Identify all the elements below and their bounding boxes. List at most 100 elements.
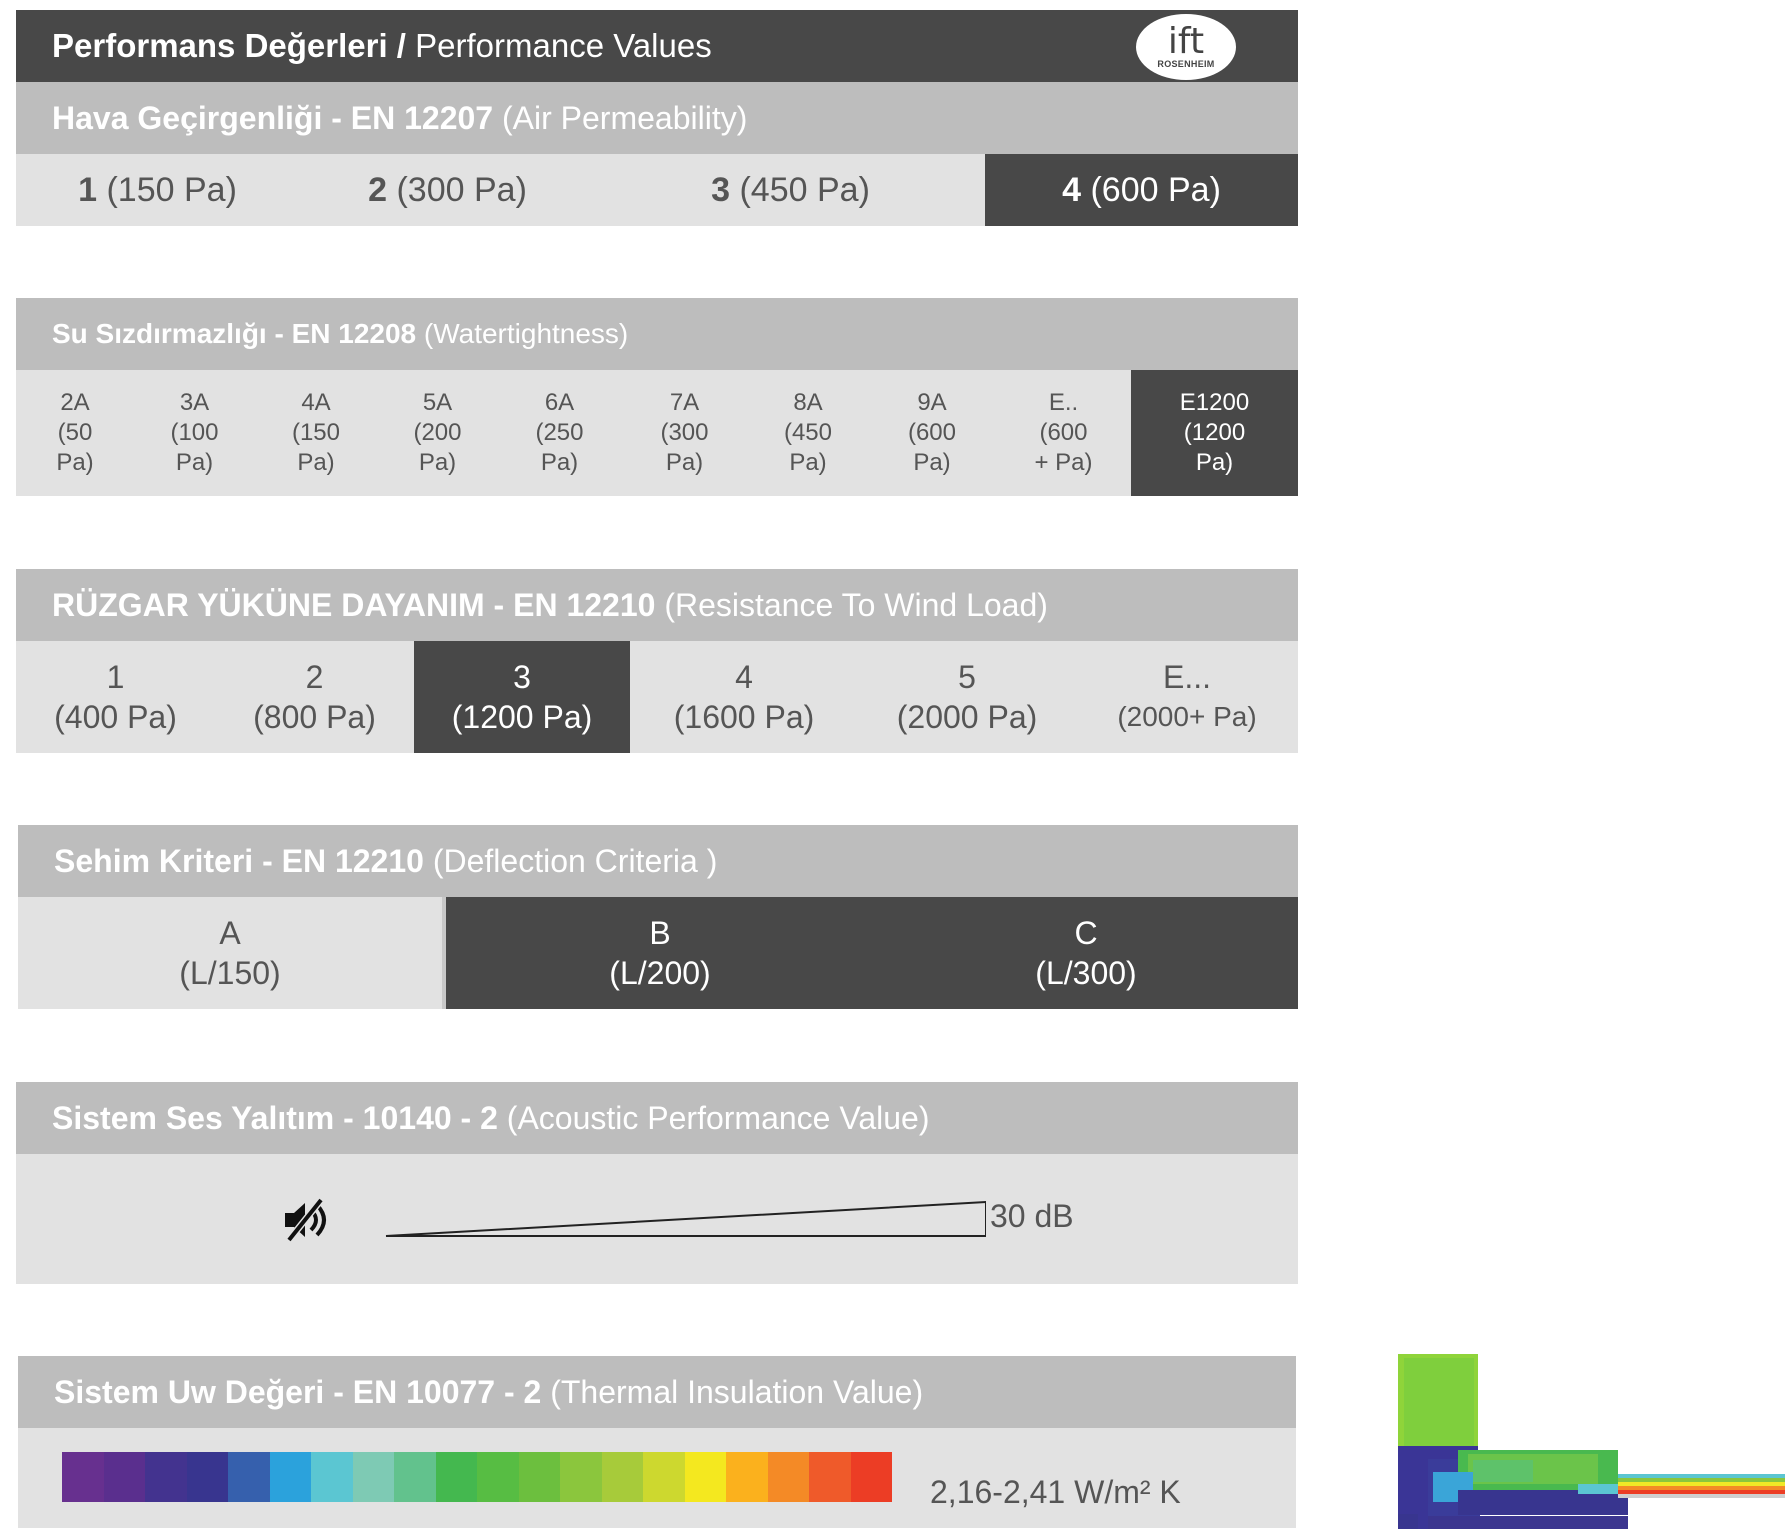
thermal-scale-swatch — [228, 1452, 270, 1502]
page-title-tr: Performans Değerleri / — [52, 27, 406, 64]
air-class-row: 1 (150 Pa) 2 (300 Pa) 3 (450 Pa) 4 (600 … — [16, 154, 1298, 226]
main-header: Performans Değerleri / Performance Value… — [16, 10, 1298, 82]
class-unit: Pa) — [56, 449, 94, 476]
class-pa: (1200 — [1183, 419, 1246, 446]
class-ratio: (L/300) — [1035, 955, 1137, 991]
thermal-scale-swatch — [352, 1452, 394, 1502]
class-code: 3A — [179, 389, 210, 416]
class-code: A — [219, 915, 241, 951]
class-code: 2A — [60, 389, 90, 416]
class-unit: Pa) — [418, 449, 457, 476]
thermal-scale-swatch — [477, 1452, 519, 1502]
class-unit: Pa) — [297, 449, 335, 476]
class-code: 4A — [301, 389, 331, 416]
water-class-row: 2A (50 Pa) 3A (100 Pa) 4A (150 Pa) 5A (200 Pa) 6… — [16, 370, 1298, 496]
mute-icon — [285, 1197, 326, 1243]
class-code: 4 — [735, 659, 753, 695]
thermal-scale-swatch — [145, 1452, 187, 1502]
water-class-e1200-active: E1200 (1200 Pa) — [1131, 370, 1298, 496]
class-unit: Pa) — [665, 449, 704, 476]
class-code: C — [1074, 915, 1098, 951]
logo-ift-text: ift — [1167, 21, 1205, 62]
deflection-title-tr: Sehim Kriteri - EN 12210 — [54, 843, 424, 879]
watertightness-section: Su Sızdırmazlığı - EN 12208 (Watertightn… — [16, 298, 1298, 496]
class-unit: Pa) — [175, 449, 214, 476]
thermal-scale-swatch — [394, 1452, 436, 1502]
thermal-simulation-image — [1398, 1354, 1785, 1529]
thermal-title-tr: Sistem Uw Değeri - EN 10077 - 2 — [54, 1374, 542, 1410]
air-class-pa: (450 Pa) — [739, 170, 870, 209]
acoustic-section: Sistem Ses Yalıtım - 10140 - 2 (Acoustic… — [16, 1082, 1298, 1284]
deflection-class-row: A (L/150) B (L/200) C (L/300) — [18, 897, 1298, 1009]
wind-load-header: RÜZGAR YÜKÜNE DAYANIM - EN 12210 (Resist… — [16, 569, 1298, 641]
class-code: 8A — [793, 389, 823, 416]
deflection-header: Sehim Kriteri - EN 12210 (Deflection Cri… — [18, 825, 1298, 897]
air-class-pa: (150 Pa) — [106, 170, 237, 209]
page-title-en: Performance Values — [415, 27, 712, 64]
class-code: 5 — [958, 659, 976, 695]
wind-load-section: RÜZGAR YÜKÜNE DAYANIM - EN 12210 (Resist… — [16, 569, 1298, 753]
deflection-section: Sehim Kriteri - EN 12210 (Deflection Cri… — [18, 825, 1298, 1009]
water-class-9a: 9A (600 Pa) — [868, 370, 996, 496]
air-class-num: 3 — [711, 170, 731, 209]
class-pa: (600 — [907, 419, 957, 446]
class-code: 7A — [669, 389, 700, 416]
thermal-scale-swatch — [186, 1452, 228, 1502]
class-code: E.. — [1048, 389, 1079, 416]
thermal-header: Sistem Uw Değeri - EN 10077 - 2 (Thermal… — [18, 1356, 1296, 1428]
air-permeability-section: Hava Geçirgenliği - EN 12207 (Air Permea… — [16, 82, 1298, 226]
class-pa: (600 — [1039, 419, 1088, 446]
thermal-scale-swatch — [103, 1452, 145, 1502]
thermal-scale-swatch — [767, 1452, 809, 1502]
deflection-title-en: (Deflection Criteria ) — [432, 843, 718, 879]
air-class-1: 1 (150 Pa) — [16, 154, 299, 226]
thermal-scale-swatch — [850, 1452, 892, 1502]
water-class-6a: 6A (250 Pa) — [498, 370, 621, 496]
class-pa: (450 — [783, 419, 833, 446]
class-code: 3 — [513, 659, 531, 695]
acoustic-level-wedge — [385, 1200, 986, 1237]
air-title-en: (Air Permeability) — [501, 100, 748, 136]
water-class-3a: 3A (100 Pa) — [134, 370, 255, 496]
class-pa: (100 — [170, 419, 219, 446]
thermal-scale-swatch — [62, 1452, 104, 1502]
class-code: E1200 — [1179, 389, 1250, 416]
air-class-num: 1 — [78, 170, 98, 209]
air-title-tr: Hava Geçirgenliği - EN 12207 — [52, 100, 494, 136]
class-unit: Pa) — [913, 449, 951, 476]
class-code: 6A — [544, 389, 575, 416]
air-class-pa: (300 Pa) — [396, 170, 527, 209]
wind-title-tr: RÜZGAR YÜKÜNE DAYANIM - EN 12210 — [52, 587, 656, 623]
acoustic-title-tr: Sistem Ses Yalıtım - 10140 - 2 — [52, 1100, 498, 1136]
air-class-pa: (600 Pa) — [1090, 170, 1221, 209]
water-title-tr: Su Sızdırmazlığı - EN 12208 — [52, 318, 417, 349]
water-class-2a: 2A (50 Pa) — [16, 370, 134, 496]
thermal-section: Sistem Uw Değeri - EN 10077 - 2 (Thermal… — [18, 1356, 1296, 1528]
water-title-en: (Watertightness) — [423, 318, 629, 349]
air-class-num: 4 — [1062, 170, 1082, 209]
acoustic-body: 30 dB — [16, 1154, 1298, 1284]
water-class-8a: 8A (450 Pa) — [748, 370, 868, 496]
class-code: E... — [1162, 659, 1211, 695]
water-class-4a: 4A (150 Pa) — [255, 370, 377, 496]
thermal-value: 2,16-2,41 W/m² K — [930, 1474, 1181, 1510]
class-unit: + Pa) — [1034, 449, 1093, 476]
air-class-4-active: 4 (600 Pa) — [985, 154, 1298, 226]
wind-title-en: (Resistance To Wind Load) — [664, 587, 1048, 623]
class-unit: Pa) — [1195, 449, 1234, 476]
acoustic-value: 30 dB — [990, 1198, 1074, 1234]
class-pa: (1200 Pa) — [451, 699, 593, 735]
ift-rosenheim-logo: ift ROSENHEIM — [1136, 14, 1236, 80]
class-unit: Pa) — [540, 449, 579, 476]
class-ratio: (L/200) — [609, 955, 711, 991]
thermal-scale-swatch — [518, 1452, 560, 1502]
air-class-2: 2 (300 Pa) — [299, 154, 596, 226]
class-ratio: (L/150) — [179, 955, 281, 991]
wind-class-2: 2 (800 Pa) — [215, 641, 414, 753]
class-pa: (2000 Pa) — [896, 699, 1038, 735]
class-pa: (800 Pa) — [253, 699, 376, 735]
air-class-3: 3 (450 Pa) — [596, 154, 985, 226]
wind-class-3-active: 3 (1200 Pa) — [414, 641, 630, 753]
class-pa: (1600 Pa) — [673, 699, 815, 735]
class-code: 1 — [106, 659, 125, 695]
